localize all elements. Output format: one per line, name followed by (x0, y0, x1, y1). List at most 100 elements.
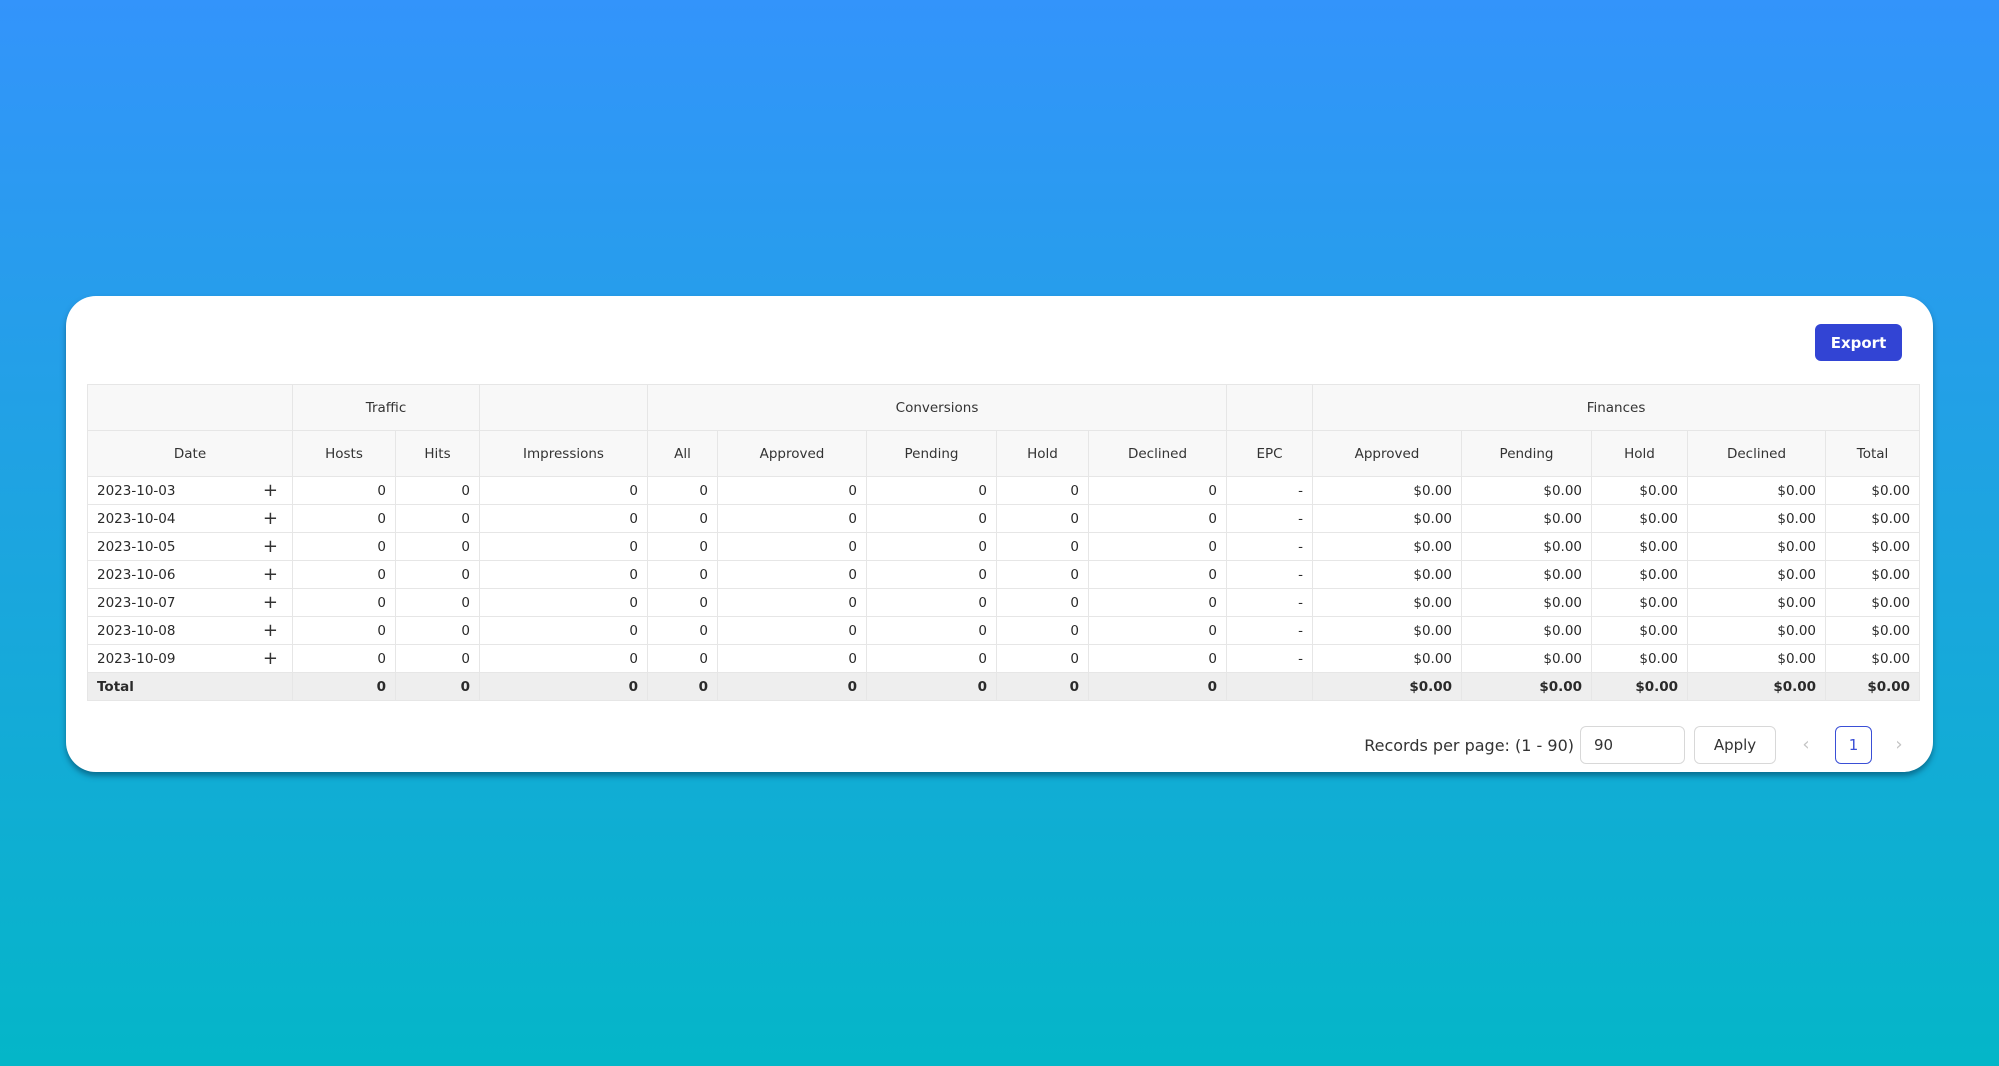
group-header-finances: Finances (1312, 384, 1921, 431)
column-header-fin-pending: Pending (1461, 430, 1593, 477)
cell-fin-pending: $0.00 (1461, 644, 1593, 673)
expand-row-icon[interactable]: + (263, 621, 278, 640)
cell-hits: 0 (395, 560, 480, 589)
cell-impressions: 0 (479, 532, 648, 561)
cell-conv-declined: 0 (1087, 616, 1228, 645)
table-row: 2023-10-05 +0 0 0 0 0 0 0 0- $0.00 $0.00 $0.00 $0.00… (87, 532, 1921, 561)
cell-fin-hold: $0.00 (1591, 504, 1689, 533)
total-cell-fin-pending: $0.00 (1461, 672, 1593, 701)
cell-fin-total: $0.00 (1825, 588, 1921, 617)
cell-fin-declined: $0.00 (1687, 588, 1827, 617)
cell-fin-declined: $0.00 (1687, 532, 1827, 561)
cell-epc: - (1226, 588, 1314, 617)
expand-row-icon[interactable]: + (263, 509, 278, 528)
cell-conv-approved: 0 (717, 588, 867, 617)
cell-fin-total: $0.00 (1825, 504, 1921, 533)
cell-conv-hold: 0 (996, 616, 1089, 645)
cell-conv-declined: 0 (1087, 560, 1228, 589)
cell-hosts: 0 (292, 588, 396, 617)
total-cell-conv-hold: 0 (996, 672, 1089, 701)
total-cell-conv-pending: 0 (866, 672, 997, 701)
cell-fin-approved: $0.00 (1312, 560, 1463, 589)
total-cell-fin-declined: $0.00 (1687, 672, 1827, 701)
header-column-row: Date Hosts Hits Impressions All Approved Pendi… (87, 430, 1921, 477)
cell-fin-total: $0.00 (1825, 644, 1921, 673)
expand-row-icon[interactable]: + (263, 481, 278, 500)
cell-epc: - (1226, 532, 1314, 561)
next-page-icon[interactable]: › (1886, 726, 1912, 764)
total-cell-fin-hold: $0.00 (1591, 672, 1689, 701)
cell-fin-total: $0.00 (1825, 476, 1921, 505)
column-header-conv-pending: Pending (866, 430, 997, 477)
total-cell-hosts: 0 (292, 672, 396, 701)
cell-fin-declined: $0.00 (1687, 644, 1827, 673)
cell-fin-approved: $0.00 (1312, 476, 1463, 505)
column-header-conv-all: All (647, 430, 718, 477)
cell-conv-approved: 0 (717, 560, 867, 589)
cell-fin-hold: $0.00 (1591, 644, 1689, 673)
cell-conv-hold: 0 (996, 560, 1089, 589)
header-group-row: Traffic Conversions Finances (87, 384, 1921, 431)
cell-fin-hold: $0.00 (1591, 616, 1689, 645)
cell-fin-total: $0.00 (1825, 560, 1921, 589)
cell-hits: 0 (395, 588, 480, 617)
table-body: 2023-10-03 +0 0 0 0 0 0 0 0- $0.00 $0.00 $0.00 $0.00… (87, 476, 1921, 673)
cell-conv-approved: 0 (717, 616, 867, 645)
total-cell-conv-declined: 0 (1087, 672, 1228, 701)
cell-fin-approved: $0.00 (1312, 588, 1463, 617)
total-label: Total (87, 672, 293, 701)
cell-fin-pending: $0.00 (1461, 588, 1593, 617)
cell-conv-pending: 0 (866, 476, 997, 505)
group-header-traffic: Traffic (292, 384, 480, 431)
apply-button[interactable]: Apply (1694, 726, 1776, 764)
total-cell-conv-approved: 0 (717, 672, 867, 701)
cell-hosts: 0 (292, 560, 396, 589)
cell-fin-declined: $0.00 (1687, 504, 1827, 533)
date-cell: 2023-10-04 + (87, 504, 293, 533)
date-value: 2023-10-09 (97, 650, 176, 667)
column-header-hits: Hits (395, 430, 480, 477)
cell-fin-approved: $0.00 (1312, 644, 1463, 673)
total-cell-hits: 0 (395, 672, 480, 701)
cell-hits: 0 (395, 616, 480, 645)
table-row: 2023-10-04 +0 0 0 0 0 0 0 0- $0.00 $0.00 $0.00 $0.00… (87, 504, 1921, 533)
cell-conv-pending: 0 (866, 616, 997, 645)
cell-conv-all: 0 (647, 560, 718, 589)
expand-row-icon[interactable]: + (263, 537, 278, 556)
date-value: 2023-10-06 (97, 566, 176, 583)
column-header-fin-approved: Approved (1312, 430, 1463, 477)
cell-conv-declined: 0 (1087, 476, 1228, 505)
cell-epc: - (1226, 504, 1314, 533)
cell-hosts: 0 (292, 616, 396, 645)
column-header-conv-hold: Hold (996, 430, 1089, 477)
cell-conv-all: 0 (647, 504, 718, 533)
column-header-conv-declined: Declined (1087, 430, 1228, 477)
cell-epc: - (1226, 644, 1314, 673)
expand-row-icon[interactable]: + (263, 565, 278, 584)
records-per-page-input[interactable] (1580, 726, 1685, 764)
group-header-empty (1226, 384, 1314, 431)
date-value: 2023-10-05 (97, 538, 176, 555)
previous-page-icon[interactable]: ‹ (1793, 726, 1819, 764)
cell-conv-pending: 0 (866, 560, 997, 589)
cell-epc: - (1226, 476, 1314, 505)
column-header-fin-declined: Declined (1687, 430, 1827, 477)
expand-row-icon[interactable]: + (263, 649, 278, 668)
cell-hosts: 0 (292, 532, 396, 561)
page-1-button[interactable]: 1 (1835, 726, 1872, 764)
cell-fin-pending: $0.00 (1461, 616, 1593, 645)
total-cell-fin-total: $0.00 (1825, 672, 1921, 701)
cell-conv-all: 0 (647, 644, 718, 673)
date-value: 2023-10-08 (97, 622, 176, 639)
date-cell: 2023-10-09 + (87, 644, 293, 673)
cell-conv-pending: 0 (866, 532, 997, 561)
cell-fin-pending: $0.00 (1461, 532, 1593, 561)
date-value: 2023-10-07 (97, 594, 176, 611)
expand-row-icon[interactable]: + (263, 593, 278, 612)
date-cell: 2023-10-06 + (87, 560, 293, 589)
export-button[interactable]: Export (1815, 324, 1902, 361)
cell-impressions: 0 (479, 644, 648, 673)
cell-conv-declined: 0 (1087, 588, 1228, 617)
cell-conv-approved: 0 (717, 532, 867, 561)
cell-conv-approved: 0 (717, 504, 867, 533)
